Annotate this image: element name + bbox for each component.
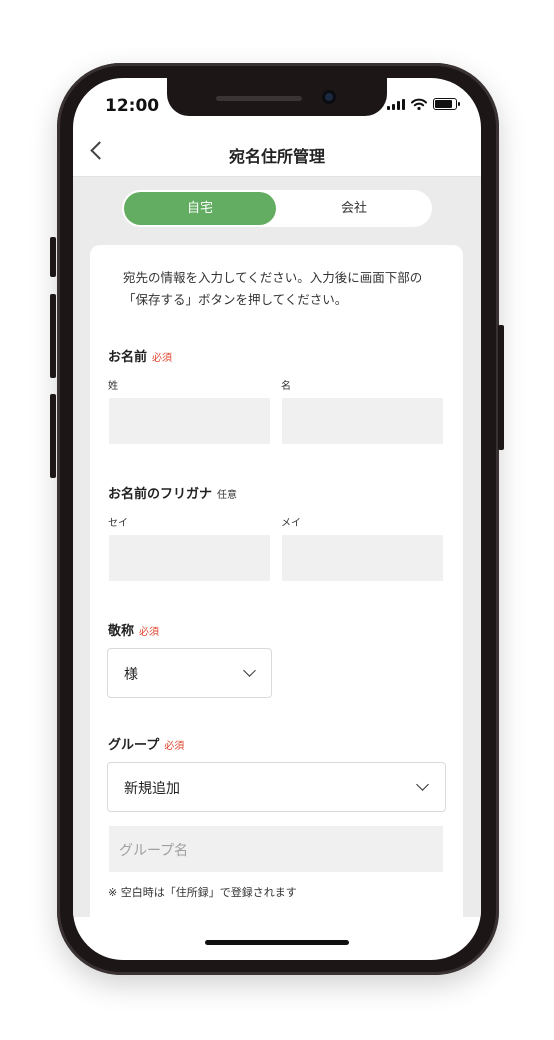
required-badge: 必須 [152, 353, 173, 364]
chevron-down-icon [243, 664, 256, 677]
front-camera [322, 90, 336, 104]
kana-label-text: お名前のフリガナ [108, 487, 213, 502]
status-icons [387, 98, 460, 110]
name-label: お名前 必須 [108, 346, 172, 365]
app-header: 宛名住所管理 [73, 130, 481, 177]
form-card: 宛先の情報を入力してください。入力後に画面下部の「保存する」ボタンを押してくださ… [90, 245, 463, 945]
volume-down-button [50, 394, 56, 478]
speaker-grille [216, 96, 302, 101]
required-badge: 必須 [139, 627, 160, 638]
content-area: 自宅 会社 宛先の情報を入力してください。入力後に画面下部の「保存する」ボタンを… [73, 177, 481, 945]
first-name-kana-label: メイ [281, 518, 301, 529]
last-name-label: 姓 [108, 381, 118, 392]
volume-up-button [50, 294, 56, 378]
first-name-input[interactable] [282, 398, 443, 444]
honorific-label-text: 敬称 [108, 624, 135, 639]
tab-home[interactable]: 自宅 [124, 192, 276, 225]
last-name-kana-input[interactable] [109, 535, 270, 581]
phone-screen: 12:00 宛名住所管理 自宅 会社 宛先の情報を入力してください。入力後に画面… [73, 78, 481, 960]
wifi-icon [411, 98, 427, 110]
home-indicator[interactable] [205, 940, 349, 945]
mute-switch [50, 237, 56, 277]
optional-badge: 任意 [217, 490, 238, 501]
last-name-kana-label: セイ [108, 518, 128, 529]
status-time: 12:00 [105, 96, 160, 116]
page-title: 宛名住所管理 [228, 147, 325, 166]
intro-text: 宛先の情報を入力してください。入力後に画面下部の「保存する」ボタンを押してくださ… [123, 270, 423, 307]
honorific-label: 敬称 必須 [108, 620, 159, 639]
honorific-select[interactable]: 様 [107, 648, 272, 698]
notch [167, 78, 387, 116]
group-label-text: グループ [108, 738, 160, 753]
group-select[interactable]: 新規追加 [107, 762, 446, 812]
honorific-value: 様 [124, 667, 138, 683]
address-type-toggle: 自宅 会社 [122, 190, 432, 227]
first-name-label: 名 [281, 381, 291, 392]
last-name-input[interactable] [109, 398, 270, 444]
name-label-text: お名前 [108, 350, 148, 365]
group-label: グループ 必須 [108, 734, 184, 753]
tab-company[interactable]: 会社 [278, 192, 430, 225]
first-name-kana-input[interactable] [282, 535, 443, 581]
battery-icon [433, 98, 460, 110]
cellular-signal-icon [387, 99, 405, 110]
kana-label: お名前のフリガナ 任意 [108, 483, 237, 502]
group-note: ※ 空白時は「住所録」で登録されます [108, 886, 297, 899]
group-name-placeholder: グループ名 [119, 843, 189, 859]
group-value: 新規追加 [124, 781, 180, 797]
power-button [498, 325, 504, 450]
required-badge: 必須 [164, 741, 185, 752]
chevron-down-icon [416, 778, 429, 791]
group-name-input[interactable]: グループ名 [109, 826, 443, 872]
